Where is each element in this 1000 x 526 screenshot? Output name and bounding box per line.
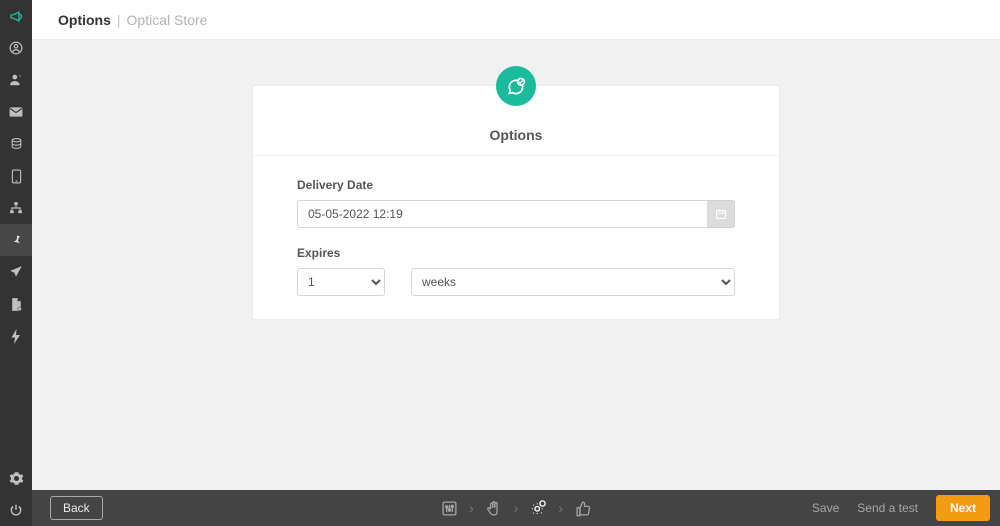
step-chevron-2: › [514, 500, 519, 516]
delivery-date-label: Delivery Date [297, 178, 735, 192]
sidebar-item-contacts[interactable] [0, 64, 32, 96]
hand-icon [485, 500, 502, 517]
paper-plane-icon [9, 265, 23, 279]
header: Options | Optical Store [32, 0, 1000, 40]
gear-badge-icon [529, 499, 547, 517]
wizard-steps: › › › [439, 498, 593, 518]
megaphone-icon [9, 9, 24, 24]
pushpin-icon [9, 233, 23, 247]
delivery-row [297, 200, 735, 228]
person-add-icon [9, 73, 23, 87]
sliders-icon [440, 500, 457, 517]
step-content[interactable] [484, 498, 504, 518]
sidebar-item-announce[interactable] [0, 0, 32, 32]
calendar-icon [715, 208, 727, 220]
sidebar-top [0, 0, 32, 462]
user-circle-icon [9, 41, 23, 55]
delivery-date-input[interactable] [297, 200, 710, 228]
main-area: Options Delivery Date Expires 1 weeks [32, 40, 1000, 490]
send-test-link[interactable]: Send a test [857, 501, 918, 515]
sidebar-item-power[interactable] [0, 494, 32, 526]
calendar-button[interactable] [707, 200, 735, 228]
sidebar-item-mobile[interactable] [0, 160, 32, 192]
expires-label: Expires [297, 246, 735, 260]
card-head: Options [253, 86, 779, 156]
power-icon [9, 503, 23, 517]
sidebar-item-database[interactable] [0, 128, 32, 160]
header-separator: | [111, 12, 127, 28]
sidebar-item-send[interactable] [0, 256, 32, 288]
next-button[interactable]: Next [936, 495, 990, 521]
sidebar [0, 0, 32, 526]
card-body: Delivery Date Expires 1 weeks [253, 156, 779, 318]
footer: Back › › › Save Send a test Next [32, 490, 1000, 526]
options-card: Options Delivery Date Expires 1 weeks [252, 85, 780, 320]
page-title: Options [58, 12, 111, 28]
expires-row: 1 weeks [297, 268, 735, 296]
expires-number-select[interactable]: 1 [297, 268, 385, 296]
footer-right: Save Send a test Next [812, 495, 990, 521]
card-title: Options [253, 127, 779, 143]
sidebar-item-email[interactable] [0, 96, 32, 128]
step-chevron-1: › [469, 500, 474, 516]
sidebar-item-profile[interactable] [0, 32, 32, 64]
step-chevron-3: › [558, 500, 563, 516]
page-subtitle: Optical Store [127, 12, 208, 28]
database-icon [10, 137, 23, 151]
step-confirm[interactable] [573, 498, 593, 518]
sidebar-bottom [0, 462, 32, 526]
card-badge [496, 66, 536, 106]
envelope-icon [9, 106, 23, 118]
back-button[interactable]: Back [50, 496, 103, 520]
gear-icon [9, 471, 24, 486]
expires-unit-select[interactable]: weeks [411, 268, 735, 296]
thumbs-up-icon [575, 500, 592, 517]
bolt-icon [10, 329, 22, 344]
step-options[interactable] [528, 498, 548, 518]
mobile-icon [11, 169, 22, 184]
sidebar-item-files[interactable] [0, 288, 32, 320]
file-icon [10, 297, 23, 312]
step-settings[interactable] [439, 498, 459, 518]
sitemap-icon [9, 201, 23, 215]
save-link[interactable]: Save [812, 501, 839, 515]
sidebar-item-push[interactable] [0, 224, 32, 256]
chat-check-icon [506, 76, 526, 96]
sidebar-item-settings[interactable] [0, 462, 32, 494]
sidebar-item-network[interactable] [0, 192, 32, 224]
sidebar-item-bolt[interactable] [0, 320, 32, 352]
